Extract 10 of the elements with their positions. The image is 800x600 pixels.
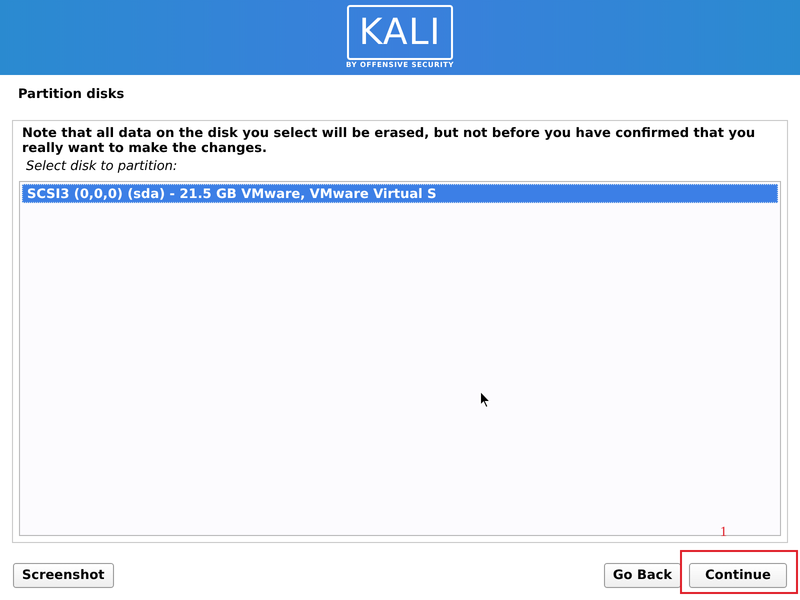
screenshot-button[interactable]: Screenshot	[13, 563, 114, 588]
page-title: Partition disks	[17, 86, 126, 104]
logo: KALI	[346, 5, 453, 60]
disk-item[interactable]: SCSI3 (0,0,0) (sda) - 21.5 GB VMware, VMware Virtual S	[22, 184, 778, 203]
mouse-pointer-icon	[480, 391, 491, 408]
continue-button[interactable]: Continue	[689, 563, 787, 588]
annotation-number: 1	[720, 525, 727, 541]
warning-text: Note that all data on the disk you select will be erased, but not before you have confirmed that you really want to make the changes.	[21, 126, 756, 156]
list-prompt: Select disk to partition:	[25, 158, 178, 176]
back-button[interactable]: Go Back	[604, 563, 681, 588]
